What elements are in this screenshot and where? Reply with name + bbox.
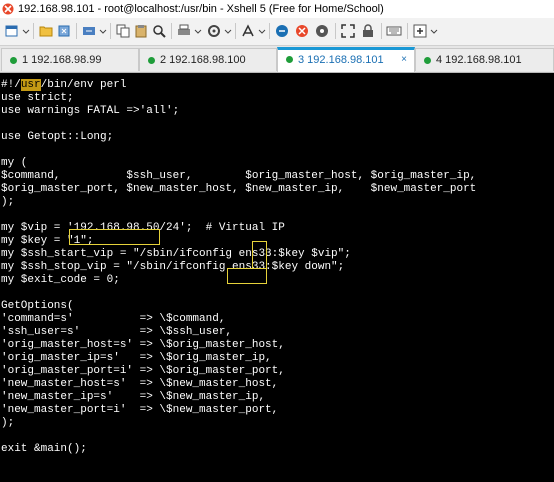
close-tab-icon[interactable]: ×: [401, 50, 407, 70]
vip-highlight-box: [69, 229, 160, 245]
shebang-rest: /bin/env perl: [40, 79, 127, 91]
copy-icon[interactable]: [115, 23, 131, 39]
title-bar: 192.168.98.101 - root@localhost:/usr/bin…: [0, 0, 554, 18]
terminal-line: 'new_master_host=s' => \$new_master_host…: [1, 378, 279, 390]
terminal-line: GetOptions(: [1, 300, 74, 312]
terminal-line: );: [1, 196, 15, 208]
connected-dot-icon: [286, 56, 293, 63]
code-block-a: use strict; use warnings FATAL =>'all'; …: [1, 92, 476, 208]
keyboard-icon[interactable]: [386, 23, 402, 39]
terminal-line: $orig_master_port, $new_master_host, $ne…: [1, 183, 477, 195]
tab-label: 3 192.168.98.101: [298, 54, 384, 66]
connected-dot-icon: [424, 57, 431, 64]
reconnect-icon[interactable]: [56, 23, 72, 39]
xagent-icon[interactable]: [314, 23, 330, 39]
chevron-down-icon[interactable]: [194, 23, 202, 39]
xshell-icon[interactable]: [274, 23, 290, 39]
shebang-prefix: #!/: [1, 79, 21, 91]
terminal-line: 'new_master_ip=s' => \$new_master_ip,: [1, 391, 266, 403]
xftp-icon[interactable]: [294, 23, 310, 39]
terminal-line: exit &main();: [1, 443, 87, 455]
open-icon[interactable]: [38, 23, 54, 39]
terminal-line: 'orig_master_port=i' => \$orig_master_po…: [1, 365, 285, 377]
terminal-line: use warnings FATAL =>'all';: [1, 105, 180, 117]
code-block-b: my $key = "1"; my $ssh_start_vip = "/sbi…: [1, 235, 351, 455]
terminal-output: #!/usr/bin/env perl use strict; use warn…: [0, 73, 554, 456]
connected-dot-icon: [148, 57, 155, 64]
tab-session-3[interactable]: 3 192.168.98.101 ×: [277, 47, 415, 72]
terminal-line: $command, $ssh_user, $orig_master_host, …: [1, 170, 477, 182]
highlighted-text: usr: [20, 79, 41, 91]
options-icon[interactable]: [206, 23, 222, 39]
terminal-line: use strict;: [1, 92, 74, 104]
chevron-down-icon[interactable]: [430, 23, 438, 39]
lock-icon[interactable]: [360, 23, 376, 39]
terminal-line: 'orig_master_host=s' => \$orig_master_ho…: [1, 339, 285, 351]
ens33-highlight-box: [252, 241, 267, 269]
tab-session-1[interactable]: 1 192.168.98.99: [1, 48, 139, 71]
font-icon[interactable]: [240, 23, 256, 39]
paste-icon[interactable]: [133, 23, 149, 39]
tab-label: 1 192.168.98.99: [22, 54, 102, 66]
terminal-line: use Getopt::Long;: [1, 131, 114, 143]
terminal-line: my $ssh_start_vip = "/sbin/ifconfig ens3…: [1, 248, 351, 260]
terminal-line: my $exit_code = 0;: [1, 274, 120, 286]
terminal-pane[interactable]: #!/usr/bin/env perl use strict; use warn…: [0, 73, 554, 482]
terminal-line: 'ssh_user=s' => \$ssh_user,: [1, 326, 233, 338]
fullscreen-icon[interactable]: [340, 23, 356, 39]
print-icon[interactable]: [176, 23, 192, 39]
chevron-down-icon[interactable]: [224, 23, 232, 39]
new-session-icon[interactable]: [4, 23, 20, 39]
terminal-line: 'command=s' => \$command,: [1, 313, 226, 325]
disconnect-icon[interactable]: [81, 23, 97, 39]
chevron-down-icon[interactable]: [99, 23, 107, 39]
ens33-stop-highlight-box: [227, 268, 267, 284]
terminal-line: my (: [1, 157, 28, 169]
tab-session-2[interactable]: 2 192.168.98.100: [139, 48, 277, 71]
xshell-logo-icon: [2, 3, 14, 15]
connected-dot-icon: [10, 57, 17, 64]
tab-label: 2 192.168.98.100: [160, 54, 246, 66]
terminal-line: my $ssh_stop_vip = "/sbin/ifconfig ens33…: [1, 261, 345, 273]
tab-label: 4 192.168.98.101: [436, 54, 522, 66]
terminal-line: );: [1, 417, 15, 429]
toolbar: [0, 18, 554, 46]
chevron-down-icon[interactable]: [22, 23, 30, 39]
terminal-line: 'new_master_port=i' => \$new_master_port…: [1, 404, 279, 416]
terminal-line: 'orig_master_ip=s' => \$orig_master_ip,: [1, 352, 272, 364]
window-title: 192.168.98.101 - root@localhost:/usr/bin…: [18, 3, 384, 15]
add-icon[interactable]: [412, 23, 428, 39]
session-tabs: 1 192.168.98.99 2 192.168.98.100 3 192.1…: [0, 46, 554, 73]
find-icon[interactable]: [151, 23, 167, 39]
chevron-down-icon[interactable]: [258, 23, 266, 39]
tab-session-4[interactable]: 4 192.168.98.101: [415, 48, 554, 71]
